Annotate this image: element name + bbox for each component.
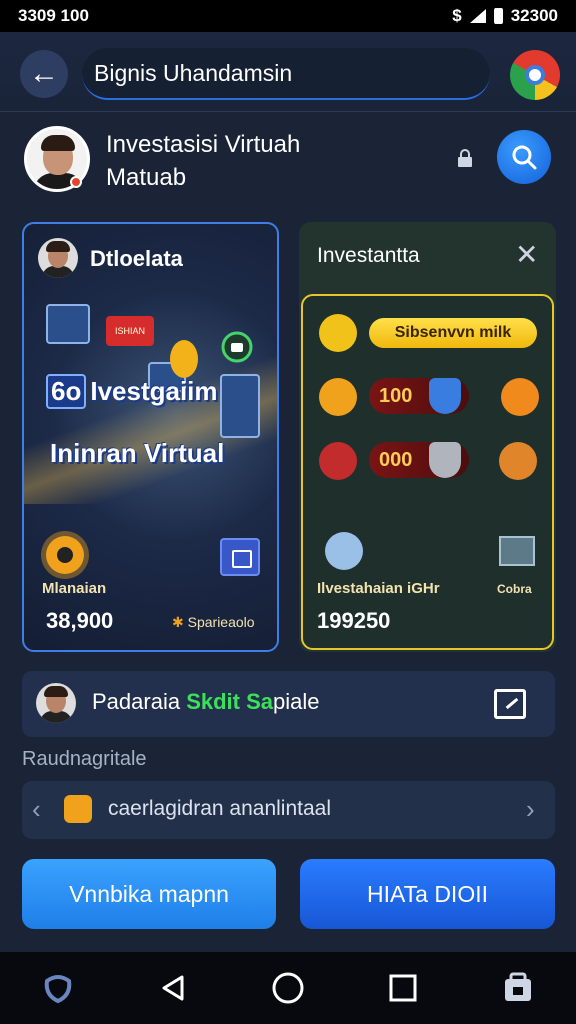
bag-icon[interactable] — [220, 538, 260, 576]
silver-shield-icon — [429, 442, 461, 478]
status-icons: $ 32300 — [452, 6, 558, 26]
card-right-side-label: Cobra — [497, 582, 532, 596]
promo-avatar — [36, 683, 76, 723]
shield-icon — [429, 378, 461, 414]
card-right-label: Ilvestahaian iGHr — [317, 580, 440, 597]
investment-card-left[interactable]: Dtloelata ISHIAN 6o Ivestgaiim Ininran Vi… — [22, 222, 279, 652]
card-right-title: Investantta — [317, 244, 420, 267]
edit-icon[interactable] — [494, 689, 526, 719]
card-right-value: 199250 — [317, 608, 391, 633]
card-left-label: Mlanaian — [42, 580, 107, 597]
card-left-secondary-text: Sparieaolo — [187, 614, 255, 630]
profile-row: Investasisi Virtuah Matuab — [0, 112, 576, 222]
coin-stack-icon — [319, 378, 357, 416]
back-button[interactable]: ← — [20, 50, 68, 98]
primary-left-button[interactable]: Vnnbika mapnn — [22, 859, 276, 929]
promo-bar[interactable]: Padaraia Skdit Sapiale — [22, 671, 555, 737]
page-title[interactable]: Bignis Uhandamsin — [82, 48, 490, 100]
close-icon[interactable]: ✕ — [515, 238, 538, 271]
data-icon: $ — [452, 6, 462, 25]
promo-line1-text: Ivestgaiim — [90, 376, 218, 406]
plane-icon — [319, 314, 357, 352]
promo-text: Padaraia Skdit Sapiale — [92, 689, 320, 715]
wallet-icon — [64, 795, 92, 823]
promo-subheadline: Ininran Virtual — [50, 438, 225, 468]
promo-suffix: piale — [273, 689, 320, 714]
app-header: ← Bignis Uhandamsin — [0, 32, 576, 112]
chrome-icon[interactable] — [510, 50, 560, 100]
status-bar: 3309 100 $ 32300 — [0, 0, 576, 32]
promo-green-text: Skdit — [186, 689, 240, 714]
chevron-right-icon[interactable]: › — [526, 794, 535, 825]
search-button[interactable] — [497, 130, 551, 184]
store-icon[interactable] — [498, 968, 538, 1008]
profile-title: Investasisi Virtuah Matuab — [106, 131, 301, 191]
card-right-pill[interactable]: Sibsenvvn milk — [369, 318, 537, 348]
carousel-text: caerlagidran ananlintaal — [108, 797, 331, 820]
no-icon — [319, 442, 357, 480]
battery-icon — [493, 8, 503, 24]
orange-badge-icon — [501, 378, 539, 416]
red-tag: ISHIAN — [106, 316, 154, 346]
home-icon[interactable] — [268, 968, 308, 1008]
investment-card-right[interactable]: Investantta ✕ Sibsenvvn milk 100 000 Ilv… — [299, 222, 556, 652]
notification-dot — [70, 176, 82, 188]
card-left-secondary: ✱ Sparieaolo — [172, 614, 255, 631]
assistant-icon[interactable] — [38, 968, 78, 1008]
card-left-value: 38,900 — [46, 608, 114, 633]
gift-icon — [499, 442, 537, 480]
card-avatar — [38, 238, 78, 278]
signal-icon — [469, 9, 486, 23]
status-time: 3309 100 — [18, 6, 89, 25]
recents-icon[interactable] — [383, 968, 423, 1008]
system-nav-bar — [0, 952, 576, 1024]
flower-icon — [325, 532, 363, 570]
promo-prefix-text: Padaraia — [92, 689, 181, 714]
primary-right-button[interactable]: HIATa DIOII — [300, 859, 555, 929]
chevron-left-icon[interactable]: ‹ — [32, 794, 41, 825]
arrow-left-icon: ← — [29, 57, 59, 90]
search-icon — [512, 145, 537, 170]
badge-icon — [221, 331, 253, 363]
monitor-icon — [46, 304, 90, 344]
star-icon: ✱ — [172, 614, 184, 630]
carousel[interactable]: ‹ caerlagidran ananlintaal › — [22, 781, 555, 839]
status-right-text: 32300 — [510, 6, 558, 25]
promo-headline: 6o Ivestgaiim — [46, 374, 256, 418]
promo-prefix: 6o — [46, 374, 87, 409]
back-nav-icon[interactable] — [153, 968, 193, 1008]
mail-icon — [499, 536, 535, 566]
gear-icon[interactable] — [46, 536, 84, 574]
coin-icon — [170, 340, 198, 378]
card-left-title: Dtloelata — [90, 246, 183, 271]
section-label: Raudnagritale — [22, 748, 147, 770]
lock-icon[interactable] — [455, 148, 475, 168]
promo-green-text-2: Sa — [246, 689, 274, 714]
card-right-panel: Sibsenvvn milk 100 000 Ilvestahaian iGHr… — [301, 294, 554, 650]
